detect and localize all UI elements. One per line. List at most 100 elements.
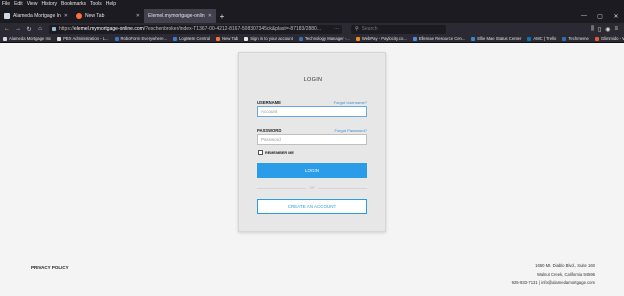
password-input[interactable] — [257, 134, 367, 145]
search-icon: ⚲ — [355, 26, 359, 32]
minimize-icon[interactable]: — — [576, 9, 592, 23]
back-icon[interactable]: ← — [3, 24, 11, 34]
sidebar-icon[interactable]: ▯ — [598, 26, 601, 33]
tab-elemel[interactable]: Elemel.mymortgage-online.co ✕ — [144, 9, 216, 23]
contact-line: 925-933-7131 | info@alamedamortgage.com — [512, 279, 595, 288]
bookmark-favicon-icon — [594, 36, 599, 41]
bookmark-item[interactable]: Ellie Mae Status Center — [471, 36, 521, 41]
forgot-username-link[interactable]: Forgot Username? — [334, 100, 367, 105]
menu-help[interactable]: Help — [106, 0, 116, 9]
window-controls: — ▢ ✕ — [576, 9, 624, 23]
login-card: LOGIN USERNAME Forgot Username? PASSWORD… — [238, 52, 386, 232]
bookmark-label: Glimmido - We come f... — [600, 36, 624, 41]
library-icon[interactable]: ⫼ — [591, 26, 594, 33]
account-icon[interactable]: ◉ — [605, 26, 610, 33]
privacy-policy-link[interactable]: PRIVACY POLICY — [31, 265, 69, 270]
bookmark-item[interactable]: Glimmido - We come f... — [594, 36, 624, 41]
bookmark-label: RoboForm Everywhere... — [120, 36, 168, 41]
address-bar[interactable]: https://elemel.mymortgage-online.com/?es… — [49, 24, 342, 34]
forward-icon[interactable]: → — [14, 24, 22, 34]
bookmark-item[interactable]: Techmeme — [562, 36, 589, 41]
bookmark-favicon-icon — [527, 36, 532, 41]
home-icon[interactable]: ⌂ — [36, 24, 44, 34]
menu-tools[interactable]: Tools — [90, 0, 102, 9]
login-title: LOGIN — [303, 77, 323, 83]
phone-number: 925-933-7131 — [511, 280, 538, 285]
create-account-button[interactable]: CREATE AN ACCOUNT — [257, 199, 367, 214]
close-tab-icon[interactable]: ✕ — [136, 13, 140, 19]
reload-icon[interactable]: ↻ — [25, 24, 33, 34]
lock-icon — [52, 27, 56, 31]
bookmark-label: Alameda Mortgage Inc — [9, 36, 52, 41]
tab-title: Alameda Mortgage Inc — [13, 13, 61, 19]
divider-line — [317, 187, 367, 189]
new-tab-button[interactable]: + — [216, 9, 228, 23]
bookmark-favicon-icon — [114, 36, 119, 41]
close-tab-icon[interactable]: ✕ — [208, 13, 212, 19]
tab-title: Elemel.mymortgage-online.co — [148, 13, 205, 19]
bookmark-label: LogMeIn Central — [179, 36, 211, 41]
tab-new-tab[interactable]: New Tab ✕ — [72, 9, 144, 23]
bookmark-favicon-icon — [3, 36, 7, 41]
address-line-1: 1650 Mt. Diablo Blvd., Suite 160 — [535, 263, 595, 268]
bookmark-label: WebPay - Paylocity.co... — [361, 36, 407, 41]
url-text[interactable]: https://elemel.mymortgage-online.com/?es… — [59, 26, 331, 32]
firefox-icon — [76, 13, 82, 19]
menu-history[interactable]: History — [41, 0, 57, 9]
or-text: OR — [309, 186, 315, 190]
window-icon — [4, 13, 10, 19]
email-link[interactable]: info@alamedamortgage.com — [541, 280, 595, 285]
bookmark-item[interactable]: Technology Manager -... — [298, 36, 350, 41]
menu-view[interactable]: View — [27, 0, 38, 9]
bookmark-favicon-icon — [471, 36, 476, 41]
bookmark-favicon-icon — [298, 36, 303, 41]
close-tab-icon[interactable]: ✕ — [64, 13, 68, 19]
remember-me-checkbox[interactable] — [258, 150, 263, 155]
or-divider: OR — [257, 185, 367, 191]
bookmark-favicon-icon — [173, 36, 178, 41]
bookmark-favicon-icon — [244, 36, 249, 41]
search-bar[interactable]: ⚲ — [351, 24, 446, 34]
contact-separator: | — [538, 280, 540, 285]
menu-bar: File Edit View History Bookmarks Tools H… — [0, 0, 624, 9]
bookmark-favicon-icon — [412, 36, 417, 41]
menu-file[interactable]: File — [2, 0, 10, 9]
bookmark-item[interactable]: Alameda Mortgage Inc — [3, 36, 51, 41]
bookmark-label: AMC | Trello — [533, 36, 557, 41]
divider-line — [257, 187, 307, 189]
remember-me[interactable]: REMEMBER ME — [258, 150, 294, 155]
tab-alameda[interactable]: Alameda Mortgage Inc ✕ — [0, 9, 72, 23]
bookmark-label: Ellemae Resource Cen... — [418, 36, 466, 41]
bookmark-item[interactable]: Ellemae Resource Cen... — [412, 36, 466, 41]
bookmark-label: Techmeme — [568, 36, 589, 41]
remember-me-label: REMEMBER ME — [265, 150, 294, 155]
close-window-icon[interactable]: ✕ — [608, 9, 624, 23]
bookmark-label: Sign in to your account — [250, 36, 293, 41]
menu-bookmarks[interactable]: Bookmarks — [61, 0, 86, 9]
bookmark-item[interactable]: AMC | Trello — [527, 36, 556, 41]
page-actions-icon[interactable]: ⋯ — [334, 26, 339, 32]
bookmark-label: PBX Administration - L... — [63, 36, 109, 41]
tab-title: New Tab — [85, 13, 105, 19]
bookmark-label: New Tab — [222, 36, 239, 41]
password-label: PASSWORD — [257, 128, 282, 133]
bookmark-item[interactable]: Sign in to your account — [244, 36, 293, 41]
address-line-2: Walnut Creek, California 94596 — [536, 271, 595, 277]
bookmark-item[interactable]: RoboForm Everywhere... — [114, 36, 168, 41]
login-button[interactable]: LOGIN — [257, 163, 367, 178]
tab-strip: Alameda Mortgage Inc ✕ New Tab ✕ Elemel.… — [0, 9, 624, 23]
username-label: USERNAME — [257, 100, 281, 105]
menu-icon[interactable]: ≡ — [614, 26, 618, 33]
bookmark-favicon-icon — [216, 36, 221, 41]
bookmark-item[interactable]: WebPay - Paylocity.co... — [355, 36, 407, 41]
bookmark-item[interactable]: New Tab — [216, 36, 238, 41]
search-input[interactable] — [361, 26, 432, 32]
navigation-bar: ← → ↻ ⌂ https://elemel.mymortgage-online… — [0, 23, 624, 35]
menu-edit[interactable]: Edit — [14, 0, 23, 9]
maximize-icon[interactable]: ▢ — [592, 9, 608, 23]
username-input[interactable] — [257, 106, 367, 117]
bookmark-item[interactable]: PBX Administration - L... — [57, 36, 109, 41]
forgot-password-link[interactable]: Forgot Password? — [335, 128, 367, 133]
bookmark-label: Ellie Mae Status Center — [477, 36, 522, 41]
bookmark-item[interactable]: LogMeIn Central — [173, 36, 210, 41]
